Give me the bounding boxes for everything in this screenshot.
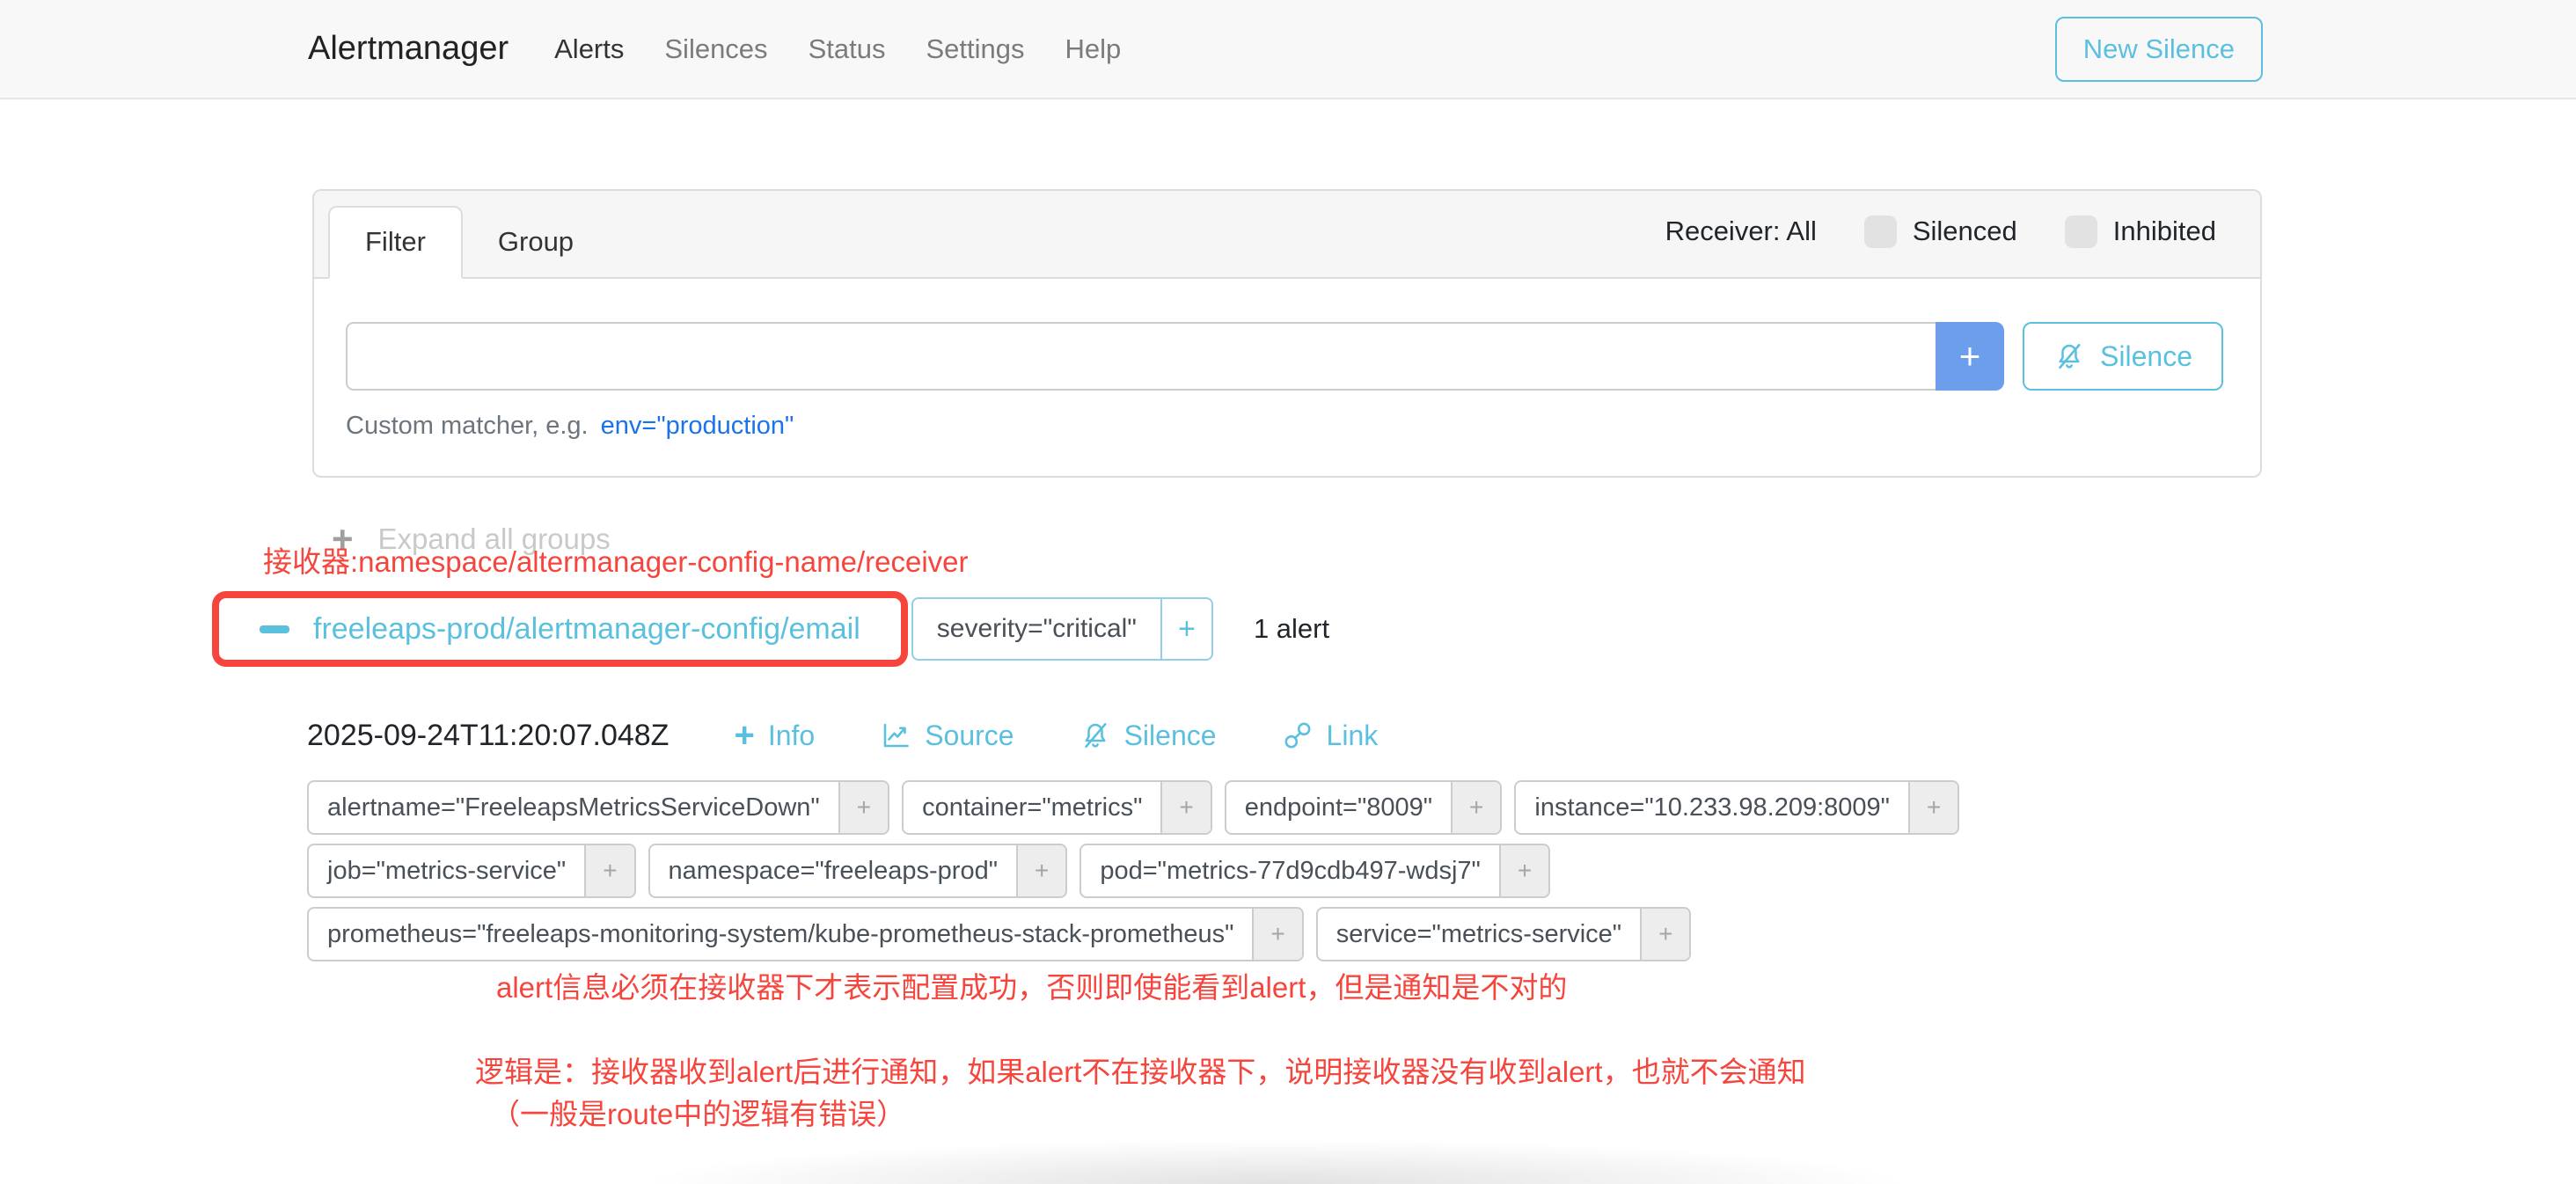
silence-label: Silence bbox=[1124, 720, 1217, 752]
add-label-filter-button[interactable]: + bbox=[1908, 782, 1958, 833]
tab-filter[interactable]: Filter bbox=[328, 206, 463, 279]
hint-text: Custom matcher, e.g. bbox=[346, 412, 589, 440]
silence-filter-button[interactable]: Silence bbox=[2023, 322, 2223, 391]
receiver-group-name[interactable]: freeleaps-prod/alertmanager-config/email bbox=[313, 612, 860, 647]
filter-panel: Filter Group Receiver: All Silenced Inhi… bbox=[312, 189, 2262, 478]
matcher-input[interactable] bbox=[346, 322, 1936, 391]
add-matcher-button[interactable]: + bbox=[1936, 322, 2004, 391]
bell-slash-icon bbox=[2053, 340, 2085, 372]
label-text: alertname="FreeleapsMetricsServiceDown" bbox=[309, 782, 838, 833]
label-tag-namespace: namespace="freeleaps-prod" + bbox=[648, 844, 1068, 898]
label-tag-instance: instance="10.233.98.209:8009" + bbox=[1514, 780, 1959, 835]
filter-panel-header: Filter Group Receiver: All Silenced Inhi… bbox=[314, 191, 2260, 279]
inhibited-checkbox[interactable] bbox=[2065, 216, 2097, 248]
label-tag-endpoint: endpoint="8009" + bbox=[1225, 780, 1503, 835]
label-text: prometheus="freeleaps-monitoring-system/… bbox=[309, 909, 1252, 960]
add-label-filter-button[interactable]: + bbox=[1451, 782, 1500, 833]
annotation-logic-note: 逻辑是：接收器收到alert后进行通知，如果alert不在接收器下，说明接收器没… bbox=[475, 1049, 1806, 1091]
inhibited-label: Inhibited bbox=[2113, 216, 2216, 247]
silenced-toggle[interactable]: Silenced bbox=[1864, 216, 2017, 248]
add-label-filter-button[interactable]: + bbox=[1499, 845, 1548, 896]
silence-filter-label: Silence bbox=[2100, 340, 2192, 373]
collapse-icon bbox=[260, 625, 289, 633]
new-silence-button[interactable]: New Silence bbox=[2055, 17, 2263, 82]
silenced-checkbox[interactable] bbox=[1864, 216, 1897, 248]
label-tag-prometheus: prometheus="freeleaps-monitoring-system/… bbox=[307, 907, 1304, 961]
silenced-label: Silenced bbox=[1913, 216, 2017, 247]
add-label-filter-button[interactable]: + bbox=[1252, 909, 1301, 960]
label-text: endpoint="8009" bbox=[1226, 782, 1451, 833]
nav-silences[interactable]: Silences bbox=[664, 33, 767, 65]
info-action[interactable]: + Info bbox=[734, 718, 815, 753]
label-tag-pod: pod="metrics-77d9cdb497-wdsj7" + bbox=[1079, 844, 1550, 898]
receiver-group-row: freeleaps-prod/alertmanager-config/email… bbox=[212, 591, 1329, 667]
label-text: namespace="freeleaps-prod" bbox=[650, 845, 1016, 896]
link-label: Link bbox=[1327, 720, 1379, 752]
label-tag-alertname: alertname="FreeleapsMetricsServiceDown" … bbox=[307, 780, 889, 835]
inhibited-toggle[interactable]: Inhibited bbox=[2065, 216, 2216, 248]
alert-header-row: 2025-09-24T11:20:07.048Z + Info Source S… bbox=[307, 718, 1378, 753]
add-label-filter-button[interactable]: + bbox=[1016, 845, 1065, 896]
label-text: service="metrics-service" bbox=[1318, 909, 1640, 960]
info-label: Info bbox=[768, 720, 815, 752]
receiver-selector[interactable]: Receiver: All bbox=[1665, 216, 1817, 247]
matcher-hint: Custom matcher, e.g. env="production" bbox=[346, 412, 2223, 441]
link-icon bbox=[1282, 720, 1314, 751]
alert-timestamp: 2025-09-24T11:20:07.048Z bbox=[307, 719, 669, 753]
label-text: container="metrics" bbox=[904, 782, 1160, 833]
source-label: Source bbox=[925, 720, 1014, 752]
app-brand[interactable]: Alertmanager bbox=[308, 30, 509, 68]
label-tag-container: container="metrics" + bbox=[902, 780, 1212, 835]
receiver-group-highlight-box[interactable]: freeleaps-prod/alertmanager-config/email bbox=[212, 591, 908, 667]
group-matcher-chip: severity="critical" + bbox=[911, 597, 1213, 661]
source-action[interactable]: Source bbox=[880, 720, 1014, 752]
link-action[interactable]: Link bbox=[1282, 720, 1379, 752]
add-label-filter-button[interactable]: + bbox=[1640, 909, 1689, 960]
group-matcher-text: severity="critical" bbox=[913, 599, 1160, 659]
label-text: pod="metrics-77d9cdb497-wdsj7" bbox=[1081, 845, 1498, 896]
annotation-receiver-format: 接收器:namespace/altermanager-config-name/r… bbox=[263, 538, 969, 581]
add-label-filter-button[interactable]: + bbox=[584, 845, 633, 896]
matcher-input-group: + Silence bbox=[346, 322, 2223, 391]
alert-count: 1 alert bbox=[1254, 613, 1329, 645]
label-text: job="metrics-service" bbox=[309, 845, 584, 896]
alert-labels: alertname="FreeleapsMetricsServiceDown" … bbox=[307, 780, 2014, 961]
nav-status[interactable]: Status bbox=[809, 33, 886, 65]
navbar: Alertmanager Alerts Silences Status Sett… bbox=[0, 0, 2576, 99]
filter-panel-body: + Silence Custom matcher, e.g. env="produ… bbox=[314, 279, 2260, 481]
bottom-shadow bbox=[545, 1140, 2006, 1184]
nav-help[interactable]: Help bbox=[1065, 33, 1121, 65]
hint-example-link[interactable]: env="production" bbox=[601, 412, 794, 440]
annotation-config-note: alert信息必须在接收器下才表示配置成功，否则即使能看到alert，但是通知是… bbox=[496, 964, 1567, 1006]
add-label-filter-button[interactable]: + bbox=[838, 782, 888, 833]
label-text: instance="10.233.98.209:8009" bbox=[1516, 782, 1908, 833]
label-tag-service: service="metrics-service" + bbox=[1316, 907, 1692, 961]
tab-group[interactable]: Group bbox=[463, 208, 609, 277]
nav-settings[interactable]: Settings bbox=[926, 33, 1024, 65]
plus-icon: + bbox=[734, 718, 754, 753]
nav-alerts[interactable]: Alerts bbox=[554, 33, 624, 65]
group-matcher-add-button[interactable]: + bbox=[1160, 599, 1211, 659]
add-label-filter-button[interactable]: + bbox=[1160, 782, 1210, 833]
annotation-route-note: （一般是route中的逻辑有错误） bbox=[491, 1091, 905, 1133]
bell-slash-icon bbox=[1079, 720, 1111, 751]
filter-options: Receiver: All Silenced Inhibited bbox=[1665, 216, 2216, 248]
silence-action[interactable]: Silence bbox=[1079, 720, 1217, 752]
label-tag-job: job="metrics-service" + bbox=[307, 844, 636, 898]
chart-line-icon bbox=[880, 720, 911, 751]
